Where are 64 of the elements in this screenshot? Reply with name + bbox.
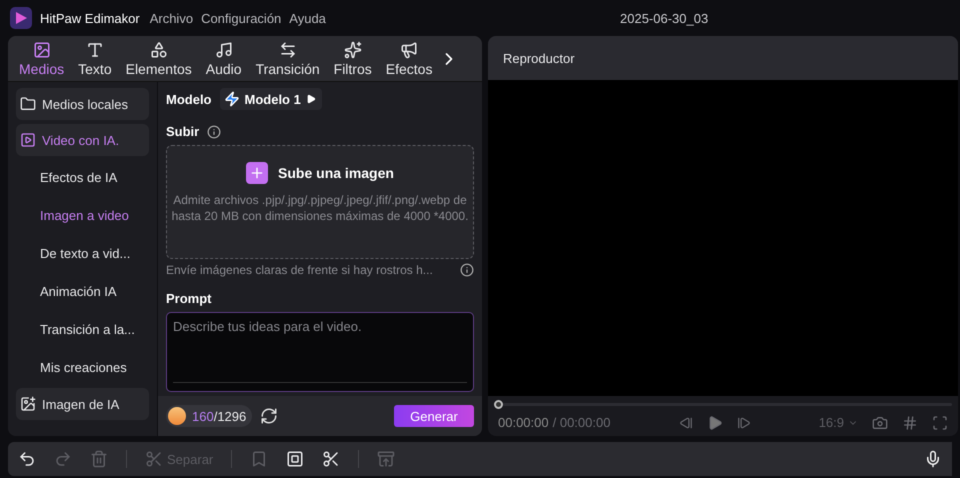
sidebar-item[interactable]: Imagen de IA bbox=[16, 388, 149, 420]
lightning-icon bbox=[224, 91, 240, 107]
tab[interactable]: Texto bbox=[71, 40, 119, 76]
menu-item[interactable]: Configuración bbox=[201, 10, 282, 26]
microphone-icon[interactable] bbox=[924, 450, 942, 468]
refresh-icon[interactable] bbox=[260, 407, 278, 425]
model-selector[interactable]: Modelo 1 bbox=[220, 88, 322, 110]
model-label: Modelo bbox=[166, 92, 212, 106]
step-back-icon[interactable] bbox=[678, 416, 693, 430]
tab[interactable]: Filtros bbox=[326, 40, 379, 76]
app-name: HitPaw Edimakor bbox=[40, 10, 140, 26]
tab[interactable]: Audio bbox=[198, 40, 249, 76]
shapes-icon bbox=[150, 40, 168, 58]
sidebar-item[interactable]: De texto a vid... bbox=[16, 236, 149, 270]
upload-button[interactable]: Sube una imagen bbox=[246, 162, 394, 184]
sidebar-item[interactable]: Transición a la... bbox=[16, 312, 149, 346]
tab[interactable]: Transición bbox=[248, 40, 327, 76]
progress-thumb[interactable] bbox=[494, 400, 503, 409]
sparkles-icon bbox=[344, 40, 362, 58]
time-current: 00:00:00 bbox=[498, 415, 549, 430]
image-icon bbox=[20, 396, 36, 412]
step-forward-icon[interactable] bbox=[736, 416, 751, 430]
sidebar-item[interactable]: Imagen a video bbox=[16, 198, 149, 232]
app-logo bbox=[10, 7, 32, 29]
upload-description: Admite archivos .pjp/.jpg/.pjpeg/.jpeg/.jfif/.png/.webp de hasta 20 MB con dimensiones máximas de 4000 *4000. bbox=[170, 192, 470, 224]
grid-icon[interactable] bbox=[902, 414, 918, 430]
prompt-field[interactable]: Describe tus ideas para el video. bbox=[166, 312, 474, 392]
tab[interactable]: Efectos bbox=[378, 40, 440, 76]
sidebar-item[interactable]: Mis creaciones bbox=[16, 350, 149, 384]
upload-label: Subir bbox=[166, 124, 200, 139]
upload-hint: Envíe imágenes claras de frente si hay rostros h... bbox=[166, 263, 433, 277]
fullscreen-icon[interactable] bbox=[932, 414, 948, 430]
caret-icon bbox=[306, 94, 316, 104]
sidebar-item[interactable]: Animación IA bbox=[16, 274, 149, 308]
camera-icon[interactable] bbox=[872, 414, 888, 430]
generate-button[interactable]: Generar bbox=[394, 405, 474, 427]
credits-count: 160/1296 bbox=[192, 408, 246, 424]
image-icon bbox=[32, 40, 51, 58]
cut-icon[interactable] bbox=[322, 450, 340, 468]
sidebar-item[interactable]: Video con IA. bbox=[16, 124, 149, 156]
play-icon[interactable] bbox=[706, 414, 723, 430]
tab[interactable]: Elementos bbox=[118, 40, 199, 76]
folder-icon bbox=[20, 96, 36, 112]
info-icon[interactable] bbox=[207, 124, 222, 138]
coin-icon bbox=[168, 407, 186, 425]
undo-icon[interactable] bbox=[18, 450, 36, 468]
time-total: / 00:00:00 bbox=[552, 415, 610, 430]
info-icon[interactable] bbox=[460, 263, 474, 277]
music-icon bbox=[214, 40, 233, 58]
megaphone-icon bbox=[400, 40, 418, 58]
menu-item[interactable]: Archivo bbox=[150, 10, 194, 26]
tab[interactable]: Medios bbox=[12, 40, 72, 76]
text-icon bbox=[86, 40, 104, 58]
sidebar-item[interactable]: Efectos de IA bbox=[16, 160, 149, 194]
menu-item[interactable]: Ayuda bbox=[289, 10, 326, 26]
scissors-icon bbox=[145, 450, 163, 468]
arrows-icon bbox=[278, 40, 297, 58]
project-title: 2025-06-30_03 bbox=[620, 10, 708, 26]
prompt-label: Prompt bbox=[166, 291, 212, 306]
text-box-icon[interactable] bbox=[286, 450, 304, 468]
upload-dropzone[interactable]: Sube una imagen Admite archivos .pjp/.jpg/.pjpeg/.jpeg/.jfif/.png/.webp de hasta 20 MB con dimensiones máximas de 4000 *4000. bbox=[166, 145, 474, 259]
video-icon bbox=[20, 132, 36, 148]
sidebar-item[interactable]: Medios locales bbox=[16, 88, 149, 120]
player-title: Reproductor bbox=[488, 36, 958, 80]
